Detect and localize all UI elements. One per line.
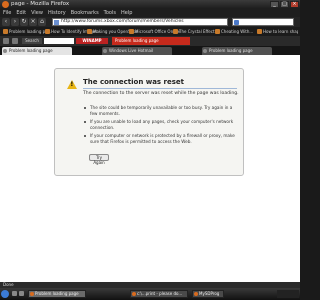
menu-bookmarks[interactable]: Bookmarks [71, 9, 99, 17]
window-controls: _ □ × [270, 1, 299, 8]
reload-icon[interactable]: ↻ [20, 18, 28, 26]
page-icon [54, 20, 59, 25]
bookmark-item[interactable]: How to learn shapes [256, 28, 298, 35]
minimize-button[interactable]: _ [270, 1, 279, 8]
search-engine-icon [234, 20, 239, 25]
menu-edit[interactable]: Edit [16, 9, 26, 17]
error-description: The connection to the server was reset w… [83, 91, 239, 96]
desktop-screen: page - Mozilla Firefox _ □ × File Edit V… [0, 0, 300, 300]
bookmark-item[interactable]: How To Identify Images [44, 28, 97, 35]
warning-mark: ! [70, 81, 74, 88]
toolbar-icon[interactable] [3, 38, 9, 44]
toolbar-icon[interactable] [12, 38, 18, 44]
error-suggestions: The site could be temporarily unavailabl… [83, 105, 241, 147]
title-bar: page - Mozilla Firefox _ □ × [0, 0, 300, 9]
toolbar-page-label[interactable]: Problem loading page [112, 37, 190, 45]
url-bar[interactable]: http://www.forums.xbox.com/forum/members… [52, 18, 228, 26]
tab-strip: Problem loading page Windows Live Hotmai… [0, 46, 300, 55]
divider [83, 88, 237, 89]
firefox-icon [2, 1, 9, 8]
menu-view[interactable]: View [31, 9, 43, 17]
page-content: ! The connection was reset The connectio… [0, 55, 300, 282]
addon-toolbar: Search WINAMP Problem loading page [0, 36, 300, 46]
window-title: page - Mozilla Firefox [11, 1, 70, 7]
tab-problem-loading[interactable]: Problem loading page [2, 47, 72, 55]
toolbar-search-input[interactable] [44, 38, 74, 44]
stop-icon[interactable]: × [29, 18, 37, 26]
maximize-button[interactable]: □ [280, 1, 289, 8]
taskbar-item[interactable]: MySDProg [192, 290, 224, 298]
menu-file[interactable]: File [3, 9, 11, 17]
home-icon[interactable]: ⌂ [38, 18, 46, 26]
bookmark-item[interactable]: Cheating With... [214, 28, 254, 35]
winamp-button[interactable]: WINAMP [76, 38, 108, 44]
menu-bar: File Edit View History Bookmarks Tools H… [0, 9, 300, 17]
quicklaunch-icon[interactable] [19, 291, 24, 296]
try-again-button[interactable]: Try Again [89, 154, 109, 165]
tab-hotmail[interactable]: Windows Live Hotmail [102, 47, 172, 55]
list-item: The site could be temporarily unavailabl… [83, 105, 241, 116]
system-tray [277, 290, 299, 298]
bookmark-item[interactable]: The Crystal Effect [172, 28, 215, 35]
menu-history[interactable]: History [48, 9, 66, 17]
toolbar-search-button[interactable]: Search [22, 38, 42, 44]
error-title: The connection was reset [83, 78, 184, 86]
url-text: http://www.forums.xbox.com/forum/members… [61, 19, 184, 24]
forward-icon[interactable]: › [11, 18, 19, 26]
error-panel: ! The connection was reset The connectio… [54, 68, 244, 176]
taskbar: Problem loading page c:\...print - pleas… [0, 288, 300, 300]
list-item: If you are unable to load any pages, che… [83, 119, 241, 130]
start-button[interactable] [1, 290, 9, 298]
quicklaunch-icon[interactable] [12, 291, 17, 296]
tab-problem-loading-2[interactable]: Problem loading page [202, 47, 272, 55]
back-icon[interactable]: ‹ [2, 18, 10, 26]
taskbar-item[interactable]: Problem loading page [28, 290, 86, 298]
taskbar-item[interactable]: c:\...print - please do... [130, 290, 188, 298]
navigation-bar: ‹ › ↻ × ⌂ http://www.forums.xbox.com/for… [0, 17, 300, 27]
close-button[interactable]: × [290, 1, 299, 8]
bookmark-item[interactable]: Making you OpenSuse [86, 28, 138, 35]
menu-tools[interactable]: Tools [104, 9, 116, 17]
list-item: If your computer or network is protected… [83, 133, 241, 144]
bookmarks-bar: Problem loading pa... How To Identify Im… [0, 27, 300, 36]
bookmark-item[interactable]: Problem loading pa... [2, 28, 51, 35]
bookmark-item[interactable]: Microsoft Office Online [128, 28, 180, 35]
search-input[interactable] [232, 18, 294, 26]
menu-help[interactable]: Help [121, 9, 132, 17]
